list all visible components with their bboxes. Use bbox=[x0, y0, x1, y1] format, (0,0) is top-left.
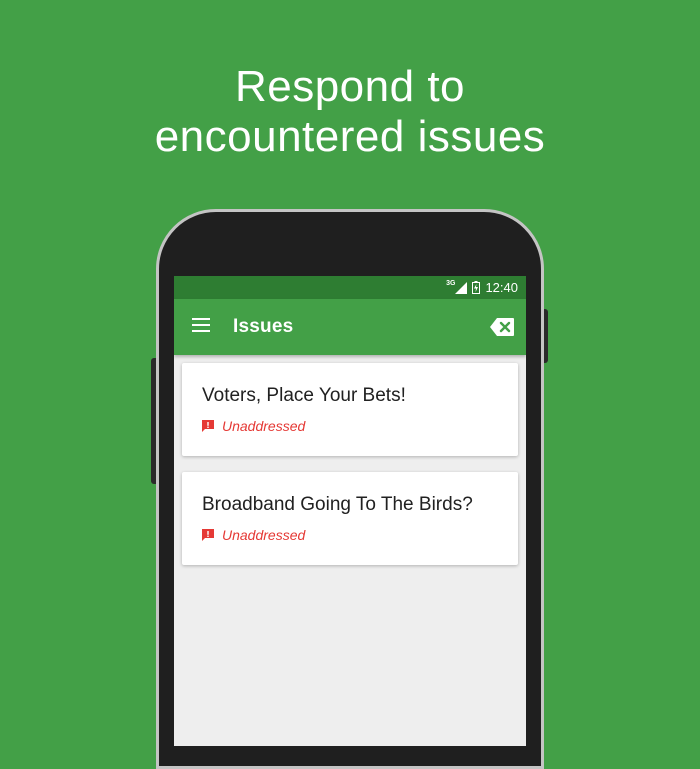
headline-line-2: encountered issues bbox=[154, 112, 546, 161]
phone-screen: 3G 12:40 Issues Voters, Place Your Bets! bbox=[174, 276, 526, 746]
network-type: 3G bbox=[446, 280, 456, 287]
issue-status: Unaddressed bbox=[202, 527, 305, 543]
status-icons: 3G 12:40 bbox=[446, 276, 518, 299]
headline-line-1: Respond to bbox=[234, 62, 466, 111]
issue-status: Unaddressed bbox=[202, 418, 305, 434]
feedback-icon bbox=[202, 420, 214, 432]
issue-title: Voters, Place Your Bets! bbox=[202, 385, 406, 406]
issue-title: Broadband Going To The Birds? bbox=[202, 494, 473, 515]
clock: 12:40 bbox=[485, 280, 518, 295]
issue-card[interactable]: Broadband Going To The Birds? Unaddresse… bbox=[182, 472, 518, 565]
status-bar: 3G 12:40 bbox=[174, 276, 526, 299]
menu-icon[interactable] bbox=[192, 318, 212, 334]
feedback-icon bbox=[202, 529, 214, 541]
battery-icon bbox=[472, 281, 481, 294]
issue-card[interactable]: Voters, Place Your Bets! Unaddressed bbox=[182, 363, 518, 456]
signal-icon bbox=[455, 281, 468, 294]
app-bar: Issues bbox=[174, 299, 526, 355]
issue-status-label: Unaddressed bbox=[222, 527, 306, 543]
backspace-icon[interactable] bbox=[490, 318, 514, 336]
page-title: Issues bbox=[233, 316, 294, 337]
issue-status-label: Unaddressed bbox=[222, 418, 306, 434]
headline: Respond to encountered issues bbox=[0, 62, 700, 162]
